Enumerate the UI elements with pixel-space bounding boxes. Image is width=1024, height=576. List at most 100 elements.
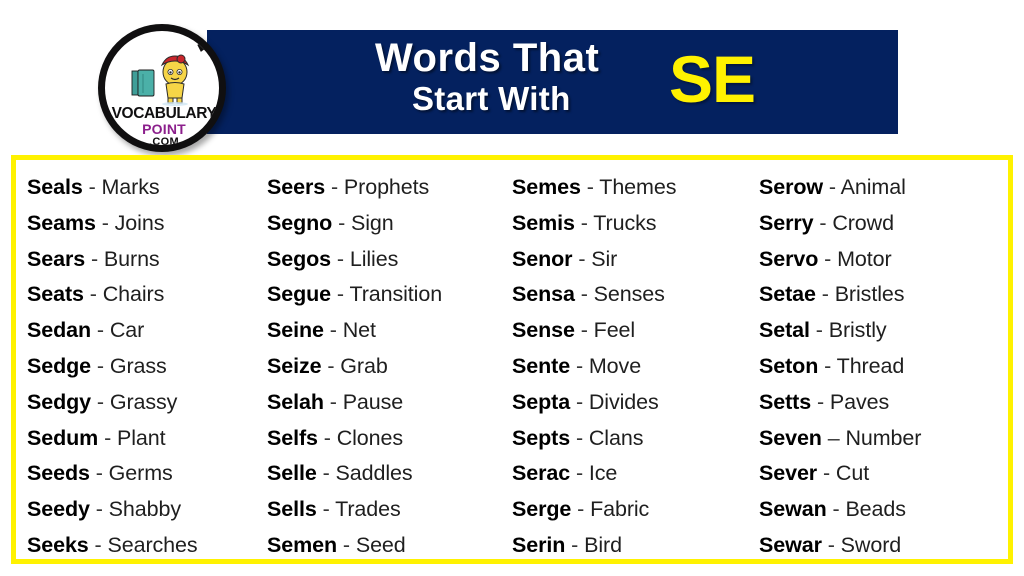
word-definition: Prophets <box>343 175 430 199</box>
word-entry: Sells - Trades <box>267 492 511 528</box>
word-term: Seine <box>267 318 324 343</box>
word-separator: - <box>580 318 588 343</box>
word-separator: - <box>816 389 825 414</box>
word-separator: - <box>586 175 594 199</box>
word-definition: Shabby <box>108 497 181 522</box>
word-entry: Seton - Thread <box>759 349 1008 385</box>
word-entry: Setal - Bristly <box>759 313 1008 349</box>
word-separator: - <box>575 425 583 450</box>
word-term: Septs <box>512 425 571 450</box>
word-separator: - <box>575 353 583 378</box>
word-term: Semen <box>267 532 338 557</box>
word-definition: Clones <box>336 425 404 450</box>
word-separator: - <box>95 497 103 522</box>
word-separator: - <box>323 425 331 450</box>
word-definition: Germs <box>108 461 173 486</box>
word-entry: Septs - Clans <box>512 421 759 457</box>
word-term: Segos <box>267 246 332 271</box>
word-entry: Semen - Seed <box>267 528 511 564</box>
word-separator: - <box>822 461 831 486</box>
word-entry: Sedgy - Grassy <box>27 385 266 421</box>
word-entry: Serry - Crowd <box>759 206 1008 242</box>
word-columns-container: Seals - Marks Seams - Joins Sears - Burns S… <box>16 160 1008 559</box>
word-term: Setal <box>759 318 810 343</box>
word-entry: Segos - Lilies <box>267 242 511 278</box>
word-list-panel: Seals - Marks Seams - Joins Sears - Burns S… <box>11 155 1013 564</box>
word-term: Sewan <box>759 497 827 522</box>
word-term: Setae <box>759 282 816 307</box>
word-term: Sever <box>759 461 818 486</box>
word-entry: Serow - Animal <box>759 170 1008 206</box>
word-definition: Senses <box>593 282 665 307</box>
word-definition: Pause <box>342 389 404 414</box>
word-definition: Bird <box>584 532 622 557</box>
word-term: Sedgy <box>27 389 92 414</box>
word-definition: Joins <box>114 210 165 235</box>
word-definition: Car <box>109 318 145 343</box>
word-separator: - <box>824 246 832 271</box>
word-entry: Seeks - Searches <box>27 528 266 564</box>
word-separator: - <box>329 318 337 343</box>
word-entry: Seven – Number <box>759 421 1008 457</box>
word-entry: Sedan - Car <box>27 313 266 349</box>
word-term: Septa <box>512 389 571 414</box>
word-separator: - <box>96 353 104 378</box>
word-entry: Setae - Bristles <box>759 277 1008 313</box>
word-entry: Sedum - Plant <box>27 421 266 457</box>
word-entry: Sente - Move <box>512 349 759 385</box>
word-term: Sense <box>512 318 575 343</box>
word-term: Sente <box>512 353 571 378</box>
word-term: Senor <box>512 246 573 271</box>
word-separator: - <box>95 461 103 486</box>
word-definition: Crowd <box>832 210 894 235</box>
word-entry: Seeds - Germs <box>27 456 266 492</box>
word-term: Seers <box>267 175 326 199</box>
word-entry: Septa - Divides <box>512 385 759 421</box>
word-definition: Marks <box>101 175 160 199</box>
word-separator: - <box>578 246 586 271</box>
logo-circle-badge: VOCABULARY POINT .COM <box>98 24 226 152</box>
word-term: Segue <box>267 282 332 307</box>
page-title-line-2: Start With <box>412 80 571 117</box>
word-entry: Senor - Sir <box>512 242 759 278</box>
vocabulary-point-logo: VOCABULARY POINT .COM <box>96 22 226 152</box>
word-separator: - <box>101 210 109 235</box>
word-entry: Segno - Sign <box>267 206 511 242</box>
word-definition: Grassy <box>109 389 178 414</box>
word-definition: Cut <box>835 461 870 486</box>
word-definition: Trucks <box>593 210 657 235</box>
logo-text-dotcom: .COM <box>149 136 179 148</box>
word-separator: - <box>338 210 346 235</box>
word-term: Setts <box>759 389 812 414</box>
word-definition: Sign <box>351 210 394 235</box>
word-separator: - <box>94 532 102 557</box>
word-separator: - <box>89 282 97 307</box>
word-separator: - <box>330 175 339 199</box>
word-term: Selle <box>267 461 317 486</box>
word-separator: - <box>821 282 829 307</box>
word-term: Selah <box>267 389 324 414</box>
word-definition: Grab <box>340 353 388 378</box>
word-definition: Bristly <box>828 318 887 343</box>
word-entry: Selah - Pause <box>267 385 511 421</box>
word-term: Segno <box>267 210 333 235</box>
header-banner: Words That Start With SE VOCABULARY POIN… <box>0 0 1024 152</box>
word-separator: - <box>828 175 836 199</box>
word-definition: Clans <box>588 425 644 450</box>
word-entry: Seedy - Shabby <box>27 492 266 528</box>
word-separator: - <box>577 497 585 522</box>
word-term: Seals <box>27 175 83 199</box>
word-entry: Seams - Joins <box>27 206 266 242</box>
word-entry: Seers - Prophets <box>267 170 511 206</box>
word-definition: Ice <box>588 461 618 486</box>
word-separator: – <box>827 425 840 450</box>
page-title-line-1: Words That <box>375 36 600 80</box>
word-term: Semes <box>512 175 581 199</box>
word-column-3: Serow - Animal Serry - Crowd Servo - Motor… <box>759 160 1008 559</box>
word-entry: Serin - Bird <box>512 528 759 564</box>
word-definition: Seed <box>355 532 406 557</box>
word-definition: Animal <box>840 175 906 199</box>
word-separator: - <box>96 389 104 414</box>
word-definition: Number <box>845 425 922 450</box>
word-term: Sears <box>27 246 86 271</box>
